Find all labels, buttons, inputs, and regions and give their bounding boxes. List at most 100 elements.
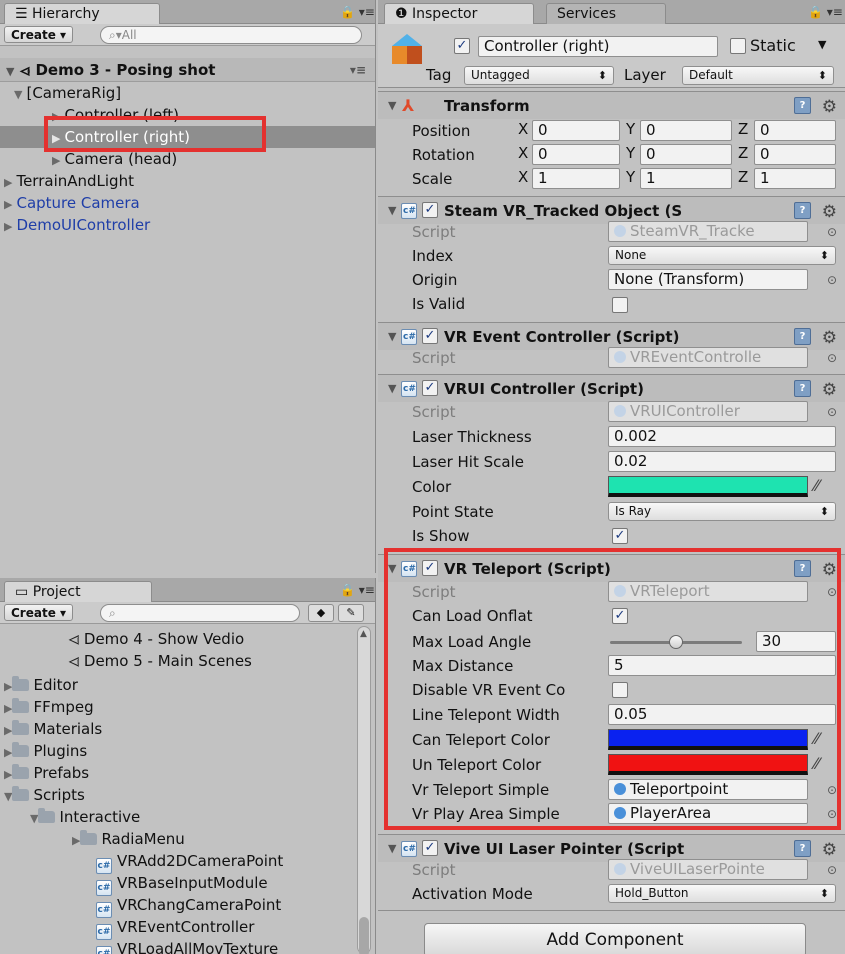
position-x-field[interactable]: 0 [532, 120, 620, 141]
list-item[interactable]: ▼ Interactive [30, 806, 140, 828]
object-picker-icon[interactable]: ⊙ [827, 405, 837, 419]
tab-hierarchy[interactable]: ☰ Hierarchy [4, 3, 160, 25]
vrui-controller-header[interactable]: ▼ ✓ VRUI Controller (Script) ? ⚙ [378, 374, 845, 404]
object-picker-icon[interactable]: ⊙ [827, 351, 837, 365]
gear-icon[interactable]: ⚙ [822, 376, 837, 404]
laser-hit-scale-field[interactable]: 0.02 [608, 451, 836, 472]
filter-type-icon[interactable]: ◆ [308, 604, 334, 622]
list-item[interactable]: ▶ DemoUIController [4, 214, 150, 236]
chevron-right-icon: ▶ [4, 176, 13, 189]
laser-thickness-field[interactable]: 0.002 [608, 426, 836, 447]
gear-icon[interactable]: ⚙ [822, 836, 837, 864]
list-item[interactable]: ▶ Prefabs [4, 762, 89, 784]
list-item[interactable]: ▶ FFmpeg [4, 696, 94, 718]
list-item[interactable]: c# VRAdd2DCameraPoint [96, 850, 283, 874]
highlight-box [384, 548, 841, 830]
object-picker-icon[interactable]: ⊙ [827, 225, 837, 239]
eyedropper-icon[interactable]: ⁄⁄ [814, 476, 819, 495]
object-name-field[interactable]: Controller (right) [478, 36, 718, 57]
transform-header[interactable]: ▼ ⅄ Transform ? ⚙ [378, 91, 845, 119]
hierarchy-toolbar: Create ▾ ⌕▾All [0, 24, 375, 46]
list-item[interactable]: ▶ Materials [4, 718, 102, 740]
scale-z-field[interactable]: 1 [754, 168, 836, 189]
help-icon[interactable]: ? [794, 97, 811, 114]
index-dropdown[interactable]: None ⬍ [608, 246, 836, 265]
list-item[interactable]: ⏿ Demo 4 - Show Vedio [68, 628, 244, 650]
folder-icon [12, 720, 30, 735]
gear-icon[interactable]: ⚙ [822, 93, 837, 121]
chevron-right-icon: ▶ [4, 702, 13, 715]
chevron-down-icon: ▼ [388, 99, 397, 112]
active-checkbox[interactable]: ✓ [454, 38, 470, 54]
origin-field[interactable]: None (Transform) [608, 269, 808, 290]
script-label: Script [412, 403, 456, 421]
scale-x-field[interactable]: 1 [532, 168, 620, 189]
tab-menu-icon[interactable]: 🔒 ▾≡ [340, 583, 375, 597]
help-icon[interactable]: ? [794, 840, 811, 857]
position-x-axis: X [518, 120, 529, 138]
tab-inspector[interactable]: ❶ Inspector [384, 3, 534, 25]
search-input[interactable]: ⌕ [100, 604, 300, 622]
list-item[interactable]: ▼ [CameraRig] [14, 82, 121, 104]
help-icon[interactable]: ? [794, 328, 811, 345]
scene-row[interactable]: ▼ ⏿ Demo 3 - Posing shot ▾≡ [0, 58, 375, 82]
layer-dropdown[interactable]: Default ⬍ [682, 66, 834, 85]
is-valid-checkbox[interactable] [612, 297, 628, 313]
scroll-thumb[interactable] [359, 917, 369, 954]
scale-y-field[interactable]: 1 [640, 168, 732, 189]
tab-menu-icon[interactable]: 🔒 ▾≡ [808, 5, 843, 19]
list-item[interactable]: ▶ Editor [4, 674, 78, 696]
scroll-up-icon[interactable]: ▲ [360, 629, 367, 639]
list-item[interactable]: c# VREventController [96, 916, 254, 940]
list-item[interactable]: ⏿ Demo 5 - Main Scenes [68, 650, 252, 672]
scene-menu-icon[interactable]: ▾≡ [350, 58, 366, 82]
list-item[interactable]: c# VRBaseInputModule [96, 872, 268, 896]
position-z-field[interactable]: 0 [754, 120, 836, 141]
add-component-button[interactable]: Add Component [424, 923, 806, 954]
csharp-script-icon [401, 197, 417, 225]
search-input[interactable]: ⌕▾All [100, 26, 362, 44]
component-enabled-checkbox[interactable]: ✓ [422, 380, 438, 396]
list-item[interactable]: c# VRLoadAllMovTexture [96, 938, 278, 954]
label-tag-icon[interactable]: ✎ [338, 604, 364, 622]
folder-icon [12, 698, 30, 713]
list-item[interactable]: ▶ RadiaMenu [72, 828, 185, 850]
list-item[interactable]: ▶ Capture Camera [4, 192, 140, 214]
static-checkbox[interactable] [730, 38, 746, 54]
is-show-checkbox[interactable]: ✓ [612, 528, 628, 544]
position-y-field[interactable]: 0 [640, 120, 732, 141]
color-field[interactable] [608, 476, 808, 497]
component-enabled-checkbox[interactable]: ✓ [422, 202, 438, 218]
rotation-x-field[interactable]: 0 [532, 144, 620, 165]
help-icon[interactable]: ? [794, 380, 811, 397]
transform-icon: ⅄ [402, 96, 415, 115]
activation-mode-dropdown[interactable]: Hold_Button ⬍ [608, 884, 836, 903]
project-scrollbar[interactable]: ▲ [357, 626, 371, 954]
csharp-script-icon [614, 225, 626, 237]
static-dropdown-icon[interactable]: ▼ [818, 38, 826, 51]
gear-icon[interactable]: ⚙ [822, 198, 837, 226]
rotation-z-field[interactable]: 0 [754, 144, 836, 165]
object-picker-icon[interactable]: ⊙ [827, 863, 837, 877]
rotation-y-field[interactable]: 0 [640, 144, 732, 165]
create-button[interactable]: Create ▾ [4, 604, 74, 621]
tag-dropdown[interactable]: Untagged ⬍ [464, 66, 614, 85]
list-item[interactable]: ▶ TerrainAndLight [4, 170, 134, 192]
object-picker-icon[interactable]: ⊙ [827, 273, 837, 287]
tab-project[interactable]: ▭ Project [4, 581, 152, 603]
point-state-dropdown[interactable]: Is Ray ⬍ [608, 502, 836, 521]
tab-services[interactable]: Services [546, 3, 666, 25]
component-enabled-checkbox[interactable]: ✓ [422, 328, 438, 344]
scale-z-axis: Z [738, 168, 749, 186]
laser-thickness-label: Laser Thickness [412, 428, 532, 446]
list-item[interactable]: ▶ Plugins [4, 740, 87, 762]
list-item[interactable]: ▼ Scripts [4, 784, 85, 806]
list-item[interactable]: c# VRChangCameraPoint [96, 894, 281, 918]
chevron-down-icon: ▼ [388, 382, 397, 395]
gear-icon[interactable]: ⚙ [822, 324, 837, 352]
chevron-right-icon: ▶ [72, 834, 81, 847]
tab-menu-icon[interactable]: 🔒 ▾≡ [340, 5, 375, 19]
create-button[interactable]: Create ▾ [4, 26, 74, 43]
help-icon[interactable]: ? [794, 202, 811, 219]
component-enabled-checkbox[interactable]: ✓ [422, 840, 438, 856]
